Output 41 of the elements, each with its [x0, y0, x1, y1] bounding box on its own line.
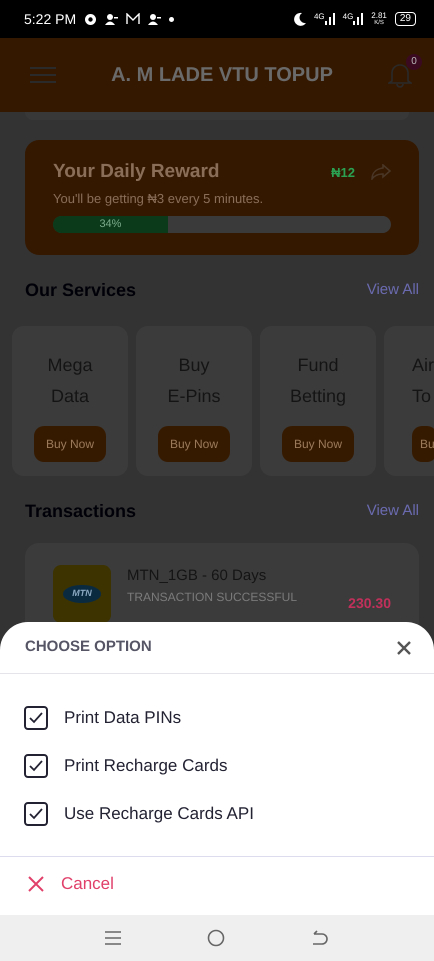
- checkbox[interactable]: [24, 706, 48, 730]
- buy-now-button[interactable]: Buy Now: [34, 426, 106, 462]
- logo-text: MTN: [63, 585, 101, 603]
- network-type: 4G: [314, 13, 325, 21]
- person-icon: [105, 12, 118, 26]
- mail-icon: [126, 13, 140, 25]
- person-icon: [148, 12, 162, 26]
- buy-now-button[interactable]: Buy Now: [158, 426, 230, 462]
- reward-title: Your Daily Reward: [53, 160, 220, 184]
- signal-icon: [353, 13, 364, 25]
- speed-value: 2.81: [371, 12, 387, 20]
- buy-now-button[interactable]: Bu: [412, 426, 434, 462]
- checkbox[interactable]: [24, 802, 48, 826]
- option-label[interactable]: Print Recharge Cards: [64, 753, 228, 779]
- home-icon[interactable]: [207, 929, 225, 947]
- progress-fill: 34%: [53, 216, 168, 233]
- option-label[interactable]: Print Data PINs: [64, 705, 182, 731]
- buy-now-button[interactable]: Buy Now: [282, 426, 354, 462]
- view-all-link[interactable]: View All: [366, 279, 419, 302]
- cancel-button[interactable]: Cancel: [61, 871, 114, 896]
- moon-icon: [292, 12, 306, 26]
- network-type: 4G: [342, 13, 354, 21]
- status-time: 5:22 PM: [24, 10, 76, 28]
- sheet-title: CHOOSE OPTION: [25, 637, 152, 658]
- checkbox[interactable]: [24, 754, 48, 778]
- close-icon[interactable]: [396, 640, 412, 656]
- dot-icon: [169, 16, 174, 22]
- reward-amount: ₦12: [331, 164, 355, 182]
- battery-indicator: 29: [394, 12, 416, 26]
- transaction-status: TRANSACTION SUCCESSFUL: [127, 588, 298, 606]
- notification-badge: 0: [406, 54, 422, 70]
- app-title: A. M LADE VTU TOPUP: [110, 63, 334, 88]
- view-all-link[interactable]: View All: [366, 500, 419, 523]
- browser-icon: [84, 12, 98, 26]
- reward-subtitle: You'll be getting ₦3 every 5 minutes.: [53, 190, 264, 208]
- signal-icon: [324, 13, 335, 25]
- menu-icon[interactable]: [105, 931, 121, 945]
- back-icon[interactable]: [311, 930, 329, 946]
- close-icon[interactable]: [27, 874, 45, 893]
- option-label[interactable]: Use Recharge Cards API: [64, 801, 254, 827]
- transaction-amount: 230.30: [348, 594, 391, 612]
